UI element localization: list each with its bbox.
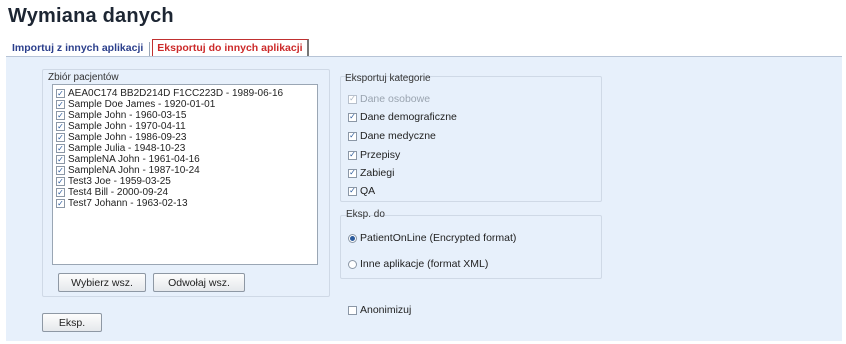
radio-label: Inne aplikacje (format XML) xyxy=(360,258,489,270)
category-procedures[interactable]: ✓ Zabiegi xyxy=(348,167,394,179)
checkbox-icon[interactable]: ✓ xyxy=(56,188,65,197)
patient-item[interactable]: ✓ Sample John - 1986-09-23 xyxy=(56,132,314,143)
anonymize-option[interactable]: Anonimizuj xyxy=(348,304,411,316)
app-title: Wymiana danych xyxy=(8,5,174,27)
patient-label: SampleNA John - 1987-10-24 xyxy=(68,165,200,176)
tab-import[interactable]: Importuj z innych aplikacji xyxy=(8,40,147,56)
patient-label: Test4 Bill - 2000-09-24 xyxy=(68,187,169,198)
radio-icon[interactable] xyxy=(348,259,357,269)
category-qa[interactable]: ✓ QA xyxy=(348,185,375,197)
patient-label: SampleNA John - 1961-04-16 xyxy=(68,154,200,165)
tab-bar: Importuj z innych aplikacji Eksportuj do… xyxy=(8,38,309,56)
checkbox-icon[interactable]: ✓ xyxy=(56,122,65,131)
checkbox-icon[interactable]: ✓ xyxy=(348,150,357,160)
patient-label: Sample Doe James - 1920-01-01 xyxy=(68,99,216,110)
checkbox-icon: ✓ xyxy=(348,94,357,104)
export-button[interactable]: Eksp. xyxy=(42,313,102,332)
patient-item[interactable]: ✓ Test7 Johann - 1963-02-13 xyxy=(56,198,314,209)
radio-label: PatientOnLine (Encrypted format) xyxy=(360,232,517,244)
patient-label: Test7 Johann - 1963-02-13 xyxy=(68,198,188,209)
patient-item[interactable]: ✓ Sample Doe James - 1920-01-01 xyxy=(56,99,314,110)
checkbox-icon[interactable]: ✓ xyxy=(56,166,65,175)
checkbox-icon[interactable] xyxy=(348,305,357,315)
category-demographics[interactable]: ✓ Dane demograficzne xyxy=(348,111,457,123)
checkbox-icon[interactable]: ✓ xyxy=(348,168,357,178)
patient-label: AEA0C174 BB2D214D F1CC223D - 1989-06-16 xyxy=(68,88,284,99)
checkbox-icon[interactable]: ✓ xyxy=(56,155,65,164)
patient-item[interactable]: ✓ Sample John - 1960-03-15 xyxy=(56,110,314,121)
category-prescriptions[interactable]: ✓ Przepisy xyxy=(348,149,400,161)
patient-item[interactable]: ✓ SampleNA John - 1987-10-24 xyxy=(56,165,314,176)
checkbox-icon[interactable]: ✓ xyxy=(56,144,65,153)
checkbox-icon[interactable]: ✓ xyxy=(56,177,65,186)
category-personal-data: ✓ Dane osobowe xyxy=(348,93,430,105)
tab-export[interactable]: Eksportuj do innych aplikacji xyxy=(152,39,309,56)
select-all-button[interactable]: Wybierz wsz. xyxy=(58,273,146,292)
category-medical[interactable]: ✓ Dane medyczne xyxy=(348,130,436,142)
radio-patientonline[interactable]: PatientOnLine (Encrypted format) xyxy=(348,232,516,244)
category-label: Dane medyczne xyxy=(360,130,436,142)
radio-other-apps[interactable]: Inne aplikacje (format XML) xyxy=(348,258,488,270)
checkbox-icon[interactable]: ✓ xyxy=(348,186,357,196)
export-to-label: Eksp. do xyxy=(346,209,385,220)
anonymize-label: Anonimizuj xyxy=(360,304,412,316)
checkbox-icon[interactable]: ✓ xyxy=(56,111,65,120)
patients-label: Zbiór pacjentów xyxy=(48,72,119,83)
checkbox-icon[interactable]: ✓ xyxy=(348,112,357,122)
patient-label: Test3 Joe - 1959-03-25 xyxy=(68,176,171,187)
checkbox-icon[interactable]: ✓ xyxy=(56,89,65,98)
patient-item[interactable]: ✓ Test3 Joe - 1959-03-25 xyxy=(56,176,314,187)
categories-label: Eksportuj kategorie xyxy=(345,73,431,84)
patients-list[interactable]: ✓ AEA0C174 BB2D214D F1CC223D - 1989-06-16… xyxy=(52,84,318,265)
patient-label: Sample John - 1970-04-11 xyxy=(68,121,186,132)
checkbox-icon[interactable]: ✓ xyxy=(56,199,65,208)
patient-label: Sample John - 1960-03-15 xyxy=(68,110,187,121)
category-label: Przepisy xyxy=(360,149,401,161)
category-label: Zabiegi xyxy=(360,167,395,179)
patient-item[interactable]: ✓ AEA0C174 BB2D214D F1CC223D - 1989-06-16 xyxy=(56,88,314,99)
deselect-all-button[interactable]: Odwołaj wsz. xyxy=(153,273,245,292)
patient-item[interactable]: ✓ Test4 Bill - 2000-09-24 xyxy=(56,187,314,198)
patient-label: Sample Julia - 1948-10-23 xyxy=(68,143,186,154)
tab-divider xyxy=(149,42,151,56)
patient-item[interactable]: ✓ Sample Julia - 1948-10-23 xyxy=(56,143,314,154)
patient-label: Sample John - 1986-09-23 xyxy=(68,132,187,143)
category-label: QA xyxy=(360,185,376,197)
patient-item[interactable]: ✓ SampleNA John - 1961-04-16 xyxy=(56,154,314,165)
category-label: Dane demograficzne xyxy=(360,111,457,123)
checkbox-icon[interactable]: ✓ xyxy=(348,131,357,141)
radio-selected-icon[interactable] xyxy=(348,233,357,243)
patient-item[interactable]: ✓ Sample John - 1970-04-11 xyxy=(56,121,314,132)
category-label: Dane osobowe xyxy=(360,93,431,105)
checkbox-icon[interactable]: ✓ xyxy=(56,133,65,142)
checkbox-icon[interactable]: ✓ xyxy=(56,100,65,109)
